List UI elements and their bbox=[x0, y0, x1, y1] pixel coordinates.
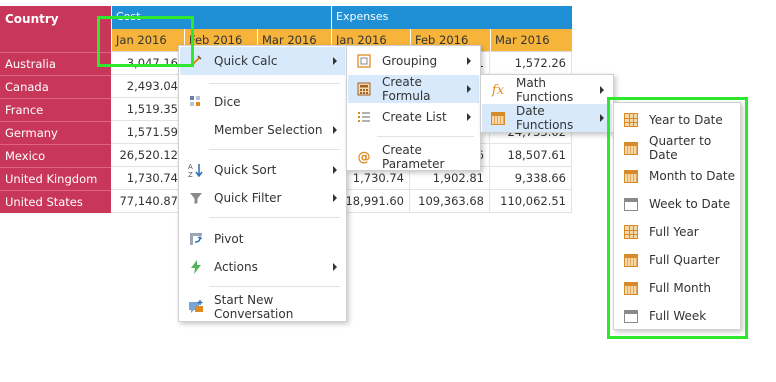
menu-item-year-to-date[interactable]: Year to Date bbox=[615, 106, 739, 134]
quick-calc-icon bbox=[188, 53, 204, 69]
row-header[interactable]: United States bbox=[0, 190, 111, 213]
data-cell[interactable]: 1,730.74 bbox=[111, 167, 184, 190]
menu-item-week-to-date[interactable]: Week to Date bbox=[615, 190, 739, 218]
calendar-week-icon bbox=[623, 308, 639, 324]
menu-item-quick-calc[interactable]: Quick Calc bbox=[180, 47, 345, 75]
month-header[interactable]: Jan 2016 bbox=[111, 29, 184, 52]
row-header[interactable]: Canada bbox=[0, 75, 111, 98]
row-header[interactable]: Mexico bbox=[0, 144, 111, 167]
menu-item-full-year[interactable]: Full Year bbox=[615, 218, 739, 246]
menu-item-math-functions[interactable]: fx Math Functions bbox=[482, 76, 612, 104]
data-cell[interactable]: 1,519.35 bbox=[111, 98, 184, 121]
calendar-icon bbox=[623, 280, 639, 296]
chevron-right-icon bbox=[467, 113, 471, 121]
calendar-icon bbox=[623, 168, 639, 184]
data-cell[interactable]: 3,047.16 bbox=[111, 52, 184, 75]
lightning-icon bbox=[188, 259, 204, 275]
dice-icon bbox=[188, 94, 204, 110]
chevron-right-icon bbox=[333, 166, 337, 174]
menu-item-create-parameter[interactable]: @ Create Parameter bbox=[348, 143, 479, 171]
menu-separator bbox=[209, 83, 340, 84]
data-cell[interactable]: 26,520.12 bbox=[111, 144, 184, 167]
menu-item-quarter-to-date[interactable]: Quarter to Date bbox=[615, 134, 739, 162]
month-header[interactable]: Mar 2016 bbox=[490, 29, 572, 52]
menu-item-dice[interactable]: Dice bbox=[180, 88, 345, 116]
menu-item-quick-sort[interactable]: AZ Quick Sort bbox=[180, 156, 345, 184]
data-cell[interactable]: 109,363.68 bbox=[410, 190, 490, 213]
calendar-grid-icon bbox=[623, 112, 639, 128]
list-icon bbox=[356, 109, 372, 125]
create-formula-submenu: fx Math Functions Date Functions bbox=[480, 74, 614, 133]
menu-item-grouping[interactable]: Grouping bbox=[348, 47, 479, 75]
row-header[interactable]: Germany bbox=[0, 121, 111, 144]
menu-separator bbox=[377, 136, 474, 137]
row-header[interactable]: Australia bbox=[0, 52, 111, 75]
svg-text:Z: Z bbox=[188, 171, 193, 178]
quick-calc-submenu: Grouping Create Formula Create List @ Cr… bbox=[346, 45, 481, 171]
measure-header-expenses[interactable]: Expenses bbox=[331, 6, 572, 29]
data-cell[interactable]: 77,140.87 bbox=[111, 190, 184, 213]
data-cell[interactable]: 1,572.26 bbox=[490, 52, 572, 75]
svg-text:A: A bbox=[188, 163, 193, 171]
data-cell[interactable]: 2,493.04 bbox=[111, 75, 184, 98]
data-cell[interactable]: 110,062.51 bbox=[490, 190, 572, 213]
calculator-icon bbox=[356, 81, 372, 97]
fx-icon: fx bbox=[491, 82, 505, 98]
at-icon: @ bbox=[357, 149, 371, 165]
menu-item-full-month[interactable]: Full Month bbox=[615, 274, 739, 302]
chevron-right-icon bbox=[333, 126, 337, 134]
calendar-icon bbox=[623, 252, 639, 268]
date-functions-submenu: Year to Date Quarter to Date Month to Da… bbox=[613, 102, 741, 330]
sort-az-icon: AZ bbox=[188, 162, 204, 178]
chevron-right-icon bbox=[467, 57, 471, 65]
chevron-right-icon bbox=[600, 114, 604, 122]
row-header[interactable]: United Kingdom bbox=[0, 167, 111, 190]
menu-separator bbox=[209, 286, 340, 287]
chevron-right-icon bbox=[600, 86, 604, 94]
menu-item-create-list[interactable]: Create List bbox=[348, 103, 479, 131]
menu-item-full-week[interactable]: Full Week bbox=[615, 302, 739, 330]
pivot-icon bbox=[188, 231, 204, 247]
data-cell[interactable]: 1,571.59 bbox=[111, 121, 184, 144]
menu-item-quick-filter[interactable]: Quick Filter bbox=[180, 184, 345, 212]
grouping-icon bbox=[356, 53, 372, 69]
menu-separator bbox=[209, 217, 340, 218]
menu-item-full-quarter[interactable]: Full Quarter bbox=[615, 246, 739, 274]
menu-item-start-new-conversation[interactable]: Start New Conversation bbox=[180, 293, 345, 321]
calendar-grid-icon bbox=[623, 224, 639, 240]
menu-item-month-to-date[interactable]: Month to Date bbox=[615, 162, 739, 190]
chevron-right-icon bbox=[333, 263, 337, 271]
menu-item-actions[interactable]: Actions bbox=[180, 253, 345, 281]
conversation-icon bbox=[188, 299, 204, 315]
row-header[interactable]: France bbox=[0, 98, 111, 121]
menu-item-date-functions[interactable]: Date Functions bbox=[482, 104, 612, 132]
chevron-right-icon bbox=[333, 194, 337, 202]
menu-item-create-formula[interactable]: Create Formula bbox=[348, 75, 479, 103]
data-cell[interactable]: 9,338.66 bbox=[490, 167, 572, 190]
menu-separator bbox=[209, 149, 340, 150]
data-cell[interactable]: 18,507.61 bbox=[490, 144, 572, 167]
context-menu: Quick Calc Dice Member Selection AZ Quic… bbox=[178, 45, 347, 322]
chevron-right-icon bbox=[467, 85, 471, 93]
calendar-icon bbox=[623, 140, 639, 156]
calendar-week-icon bbox=[623, 196, 639, 212]
funnel-icon bbox=[188, 190, 204, 206]
chevron-right-icon bbox=[333, 57, 337, 65]
country-header[interactable]: Country bbox=[0, 6, 111, 52]
measure-header-cost[interactable]: Cost bbox=[111, 6, 331, 29]
calendar-icon bbox=[490, 110, 506, 126]
menu-item-member-selection[interactable]: Member Selection bbox=[180, 116, 345, 144]
menu-item-pivot[interactable]: Pivot bbox=[180, 225, 345, 253]
